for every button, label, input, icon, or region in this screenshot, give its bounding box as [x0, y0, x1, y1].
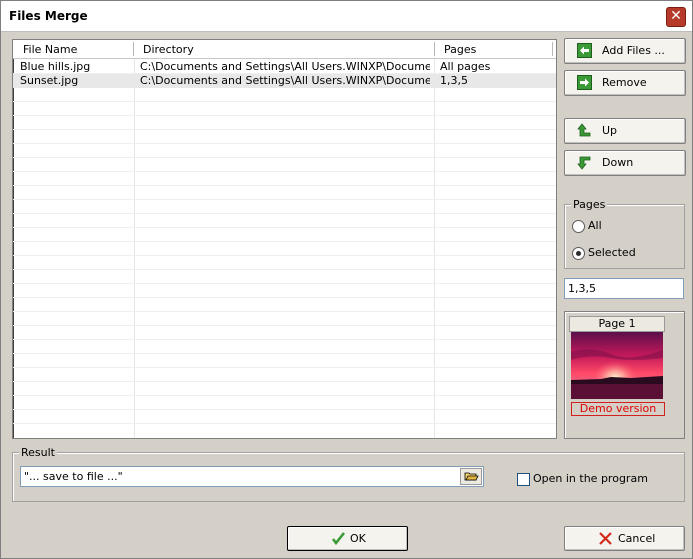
radio-selected[interactable] — [572, 247, 585, 260]
column-directory[interactable]: Directory — [143, 43, 194, 56]
cancel-label: Cancel — [618, 532, 656, 545]
open-in-program-checkbox[interactable] — [517, 473, 530, 486]
folder-open-icon — [464, 472, 479, 481]
open-in-program-label: Open in the program — [533, 472, 648, 485]
demo-version-badge: Demo version — [571, 402, 665, 416]
list-header: File Name Directory Pages — [13, 40, 556, 59]
arrow-up-icon — [577, 123, 591, 137]
save-path-value: "... save to file ..." — [24, 470, 123, 483]
column-file-name[interactable]: File Name — [23, 43, 77, 56]
arrow-down-icon — [577, 156, 591, 170]
arrow-right-icon — [577, 75, 592, 90]
add-files-label: Add Files ... — [602, 44, 665, 57]
cancel-button[interactable]: Cancel — [564, 526, 685, 551]
ok-button[interactable]: OK — [287, 526, 408, 551]
radio-all[interactable] — [572, 220, 585, 233]
preview-panel: Page 1 Demo version — [564, 311, 685, 439]
down-button[interactable]: Down — [564, 150, 686, 176]
close-icon: ✕ — [670, 8, 682, 24]
list-row-sunset[interactable]: Sunset.jpg C:\Documents and Settings\All… — [13, 74, 556, 88]
preview-page-text: Page 1 — [598, 317, 636, 330]
files-merge-dialog: Files Merge ✕ File Name Directory Pages — [0, 0, 693, 559]
row-pages: 1,3,5 — [440, 74, 468, 87]
down-label: Down — [602, 156, 634, 169]
remove-label: Remove — [602, 76, 647, 89]
result-group: Result "... save to file ..." Open in th… — [12, 446, 685, 502]
title-bar: Files Merge ✕ — [1, 1, 692, 32]
save-path-input[interactable]: "... save to file ..." — [20, 466, 484, 487]
ok-label: OK — [350, 532, 366, 545]
demo-version-text: Demo version — [579, 402, 657, 415]
pages-group: Pages All Selected — [564, 198, 685, 269]
column-separator[interactable] — [552, 42, 553, 56]
add-files-button[interactable]: Add Files ... — [564, 38, 686, 64]
column-separator[interactable] — [434, 42, 435, 56]
column-pages[interactable]: Pages — [444, 43, 476, 56]
row-file-name: Sunset.jpg — [20, 74, 79, 87]
list-row-blue-hills[interactable]: Blue hills.jpg C:\Documents and Settings… — [13, 60, 556, 74]
radio-selected-label: Selected — [588, 246, 636, 259]
preview-page-label: Page 1 — [569, 316, 665, 332]
x-icon — [599, 532, 612, 545]
row-pages: All pages — [440, 60, 491, 73]
row-directory: C:\Documents and Settings\All Users.WINX… — [140, 74, 430, 87]
pages-input[interactable]: 1,3,5 — [564, 278, 684, 299]
window-title: Files Merge — [9, 9, 88, 23]
result-group-title: Result — [19, 446, 57, 459]
column-separator[interactable] — [133, 42, 134, 56]
browse-button[interactable] — [460, 468, 482, 485]
checkmark-icon — [331, 532, 346, 546]
remove-button[interactable]: Remove — [564, 70, 686, 96]
pages-input-value: 1,3,5 — [568, 282, 596, 295]
file-list[interactable]: File Name Directory Pages Blue hills.jpg… — [12, 39, 557, 439]
up-label: Up — [602, 124, 618, 137]
row-file-name: Blue hills.jpg — [20, 60, 91, 73]
close-button[interactable]: ✕ — [666, 7, 686, 27]
up-button[interactable]: Up — [564, 118, 686, 144]
pages-group-title: Pages — [571, 198, 608, 211]
sunset-thumbnail — [571, 332, 663, 399]
radio-all-label: All — [588, 219, 602, 232]
arrow-left-icon — [577, 43, 592, 58]
row-directory: C:\Documents and Settings\All Users.WINX… — [140, 60, 430, 73]
